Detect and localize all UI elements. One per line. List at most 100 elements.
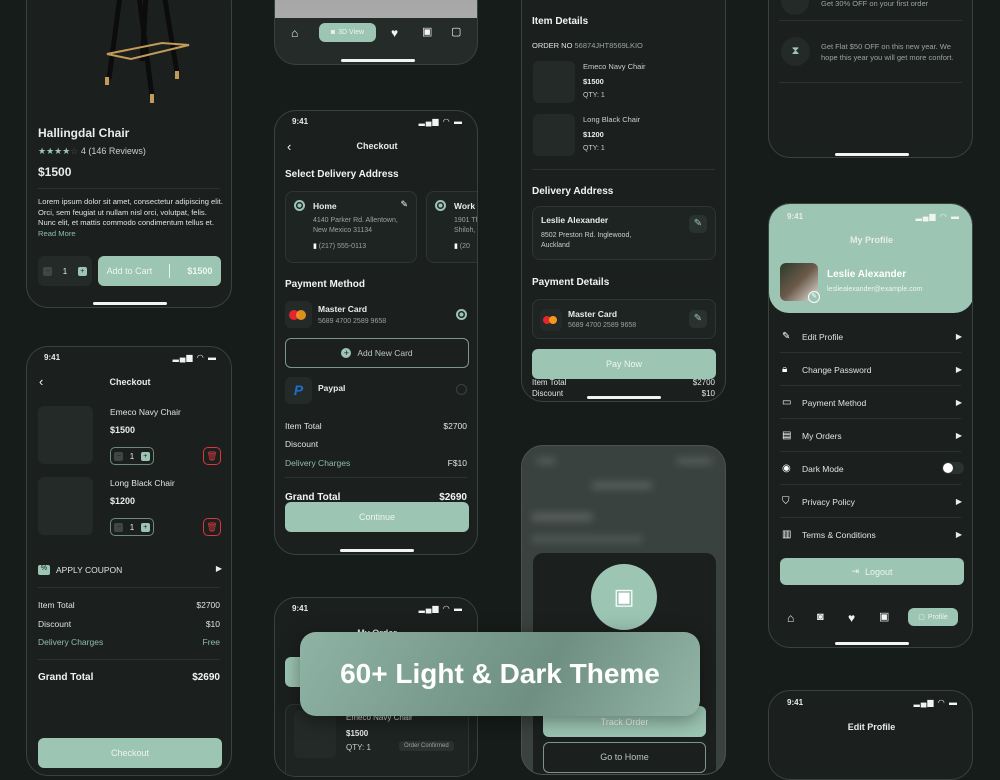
bag-icon[interactable]: ▣ — [422, 27, 432, 38]
discount-label: Discount — [38, 619, 72, 629]
product-3d-image — [275, 0, 477, 18]
item-image — [38, 406, 93, 464]
address-name: Leslie Alexander — [541, 215, 609, 225]
address-card-work[interactable]: Work 1901 Th... Shiloh, ▮ (20 — [426, 191, 477, 263]
delivery-value: F$10 — [447, 458, 467, 468]
banner-text: 60+ Light & Dark Theme — [340, 658, 660, 689]
delete-button[interactable]: 🗑 — [203, 447, 221, 465]
product-title: Hallingdal Chair — [38, 126, 130, 140]
quantity-stepper[interactable]: −1 + — [110, 447, 154, 465]
logout-icon: ⇥ — [851, 566, 859, 576]
pay-now-button[interactable]: Pay Now — [532, 349, 716, 379]
pencil-icon[interactable]: ✎ — [400, 200, 408, 209]
delivery-label: Delivery Charges — [38, 637, 104, 647]
add-new-card-button[interactable]: + Add New Card — [285, 338, 469, 368]
heart-icon[interactable]: ♥ — [391, 27, 398, 39]
add-to-cart-button[interactable]: Add to Cart $1500 — [98, 256, 221, 286]
logout-button[interactable]: ⇥ Logout — [780, 558, 964, 585]
card-radio[interactable] — [456, 309, 467, 320]
blurred-content — [532, 456, 717, 546]
nav-profile[interactable]: ▢ Profile — [908, 608, 958, 626]
address-line: 4140 Parker Rd. Allentown, New Mexico 31… — [313, 217, 398, 234]
divider — [780, 352, 961, 353]
menu-item-payment-method[interactable]: ▭ Payment Method ▶ — [780, 395, 964, 411]
chevron-right-icon: ▶ — [955, 398, 962, 407]
quantity-stepper[interactable]: −1 + — [110, 518, 154, 536]
edit-avatar-icon[interactable]: ✎ — [808, 291, 820, 303]
3d-view-icon[interactable]: ◙ — [817, 612, 824, 623]
item-price: $1500 — [110, 425, 136, 435]
home-icon[interactable]: ⌂ — [291, 27, 298, 39]
minus-button[interactable]: − — [114, 522, 124, 532]
section-title: Select Delivery Address — [285, 169, 399, 180]
menu-item-label: Edit Profile — [802, 332, 844, 342]
quantity-stepper[interactable]: −1 + — [38, 256, 92, 286]
address-label: Work — [454, 201, 476, 211]
menu-item-my-orders[interactable]: ▤ My Orders ▶ — [780, 428, 964, 444]
continue-button[interactable]: Continue — [285, 502, 469, 532]
card-name: Master Card — [568, 309, 618, 319]
heart-icon[interactable]: ♥ — [848, 612, 855, 624]
apply-coupon-row[interactable]: % APPLY COUPON ▶ — [38, 564, 222, 578]
card-number: 5689 4700 2589 9658 — [318, 318, 387, 325]
menu-item-label: Change Password — [802, 365, 872, 375]
lock-icon: 🔒︎ — [782, 364, 788, 375]
section-title: Delivery Address — [532, 186, 614, 197]
paypal-icon: P — [285, 377, 312, 404]
plus-button[interactable]: + — [140, 522, 150, 532]
menu-item-privacy-policy[interactable]: ⛉ Privacy Policy ▶ — [780, 494, 964, 510]
edit-address-button[interactable]: ✎ — [689, 215, 707, 233]
edit-payment-button[interactable]: ✎ — [689, 310, 707, 328]
bag-icon[interactable]: ▣ — [879, 612, 889, 623]
card-name: Master Card — [318, 304, 368, 314]
item-image — [294, 710, 336, 758]
radio-selected[interactable] — [435, 200, 446, 211]
address-line: 1901 Th... Shiloh, — [454, 217, 477, 234]
divider — [38, 587, 220, 588]
delete-button[interactable]: 🗑 — [203, 518, 221, 536]
radio-selected[interactable] — [294, 200, 305, 211]
read-more-link[interactable]: Read More — [38, 229, 76, 238]
cart-price: $1500 — [187, 266, 213, 276]
paypal-radio[interactable] — [456, 384, 467, 395]
item-total-value: $2700 — [196, 600, 220, 610]
delivery-value: Free — [202, 637, 220, 647]
home-icon[interactable]: ⌂ — [787, 612, 794, 624]
status-time: 9:41 — [787, 698, 804, 707]
add-card-label: Add New Card — [357, 348, 413, 358]
chair-image — [105, 0, 190, 103]
nav-3d-view[interactable]: ◙ 3D View — [319, 23, 376, 42]
dark-mode-toggle[interactable] — [942, 462, 964, 474]
description-text: Lorem ipsum dolor sit amet, consectetur … — [38, 197, 223, 227]
divider — [780, 484, 961, 485]
grand-total-label: Grand Total — [38, 672, 94, 683]
product-description: Lorem ipsum dolor sit amet, consectetur … — [38, 197, 224, 239]
checkout-button[interactable]: Checkout — [38, 738, 222, 768]
profile-header: 9:41 ▂▄▆ ◠ ▬ My Profile ✎ Leslie Alexand… — [769, 204, 972, 313]
minus-button[interactable]: − — [114, 451, 124, 461]
edit-profile-screen: 9:41 ▂▄▆ ◠ ▬ Edit Profile — [768, 690, 973, 780]
home-indicator — [93, 302, 167, 305]
menu-item-label: My Orders — [802, 431, 842, 441]
item-name: Emeco Navy Chair — [583, 62, 646, 71]
menu-item-change-password[interactable]: 🔒︎ Change Password ▶ — [780, 362, 964, 378]
delivery-label: Delivery Charges — [285, 458, 351, 468]
plus-button[interactable]: + — [140, 451, 150, 461]
discount-value: $10 — [701, 389, 715, 398]
divider — [38, 188, 220, 189]
profile-icon[interactable]: ▢ — [451, 27, 461, 38]
address-card-home[interactable]: Home ✎ 4140 Parker Rd. Allentown, New Me… — [285, 191, 417, 263]
menu-item-dark-mode[interactable]: ◉ Dark Mode — [780, 461, 964, 477]
menu-item-terms-conditions[interactable]: ▥ Terms & Conditions ▶ — [780, 527, 964, 543]
divider — [780, 451, 961, 452]
order-no-label: ORDER NO — [532, 41, 573, 50]
minus-button[interactable]: − — [43, 266, 53, 276]
plus-button[interactable]: + — [77, 266, 87, 276]
empty-star-icon: ☆ — [70, 146, 79, 156]
avatar[interactable]: ✎ — [780, 263, 820, 303]
mastercard-icon — [285, 301, 312, 328]
bottom-nav-screen: ⌂ ◙ 3D View ♥ ▣ ▢ — [274, 0, 478, 65]
discount-icon — [781, 0, 809, 15]
go-home-button[interactable]: Go to Home — [543, 742, 706, 773]
menu-item-edit-profile[interactable]: ✎ Edit Profile ▶ — [780, 329, 964, 345]
